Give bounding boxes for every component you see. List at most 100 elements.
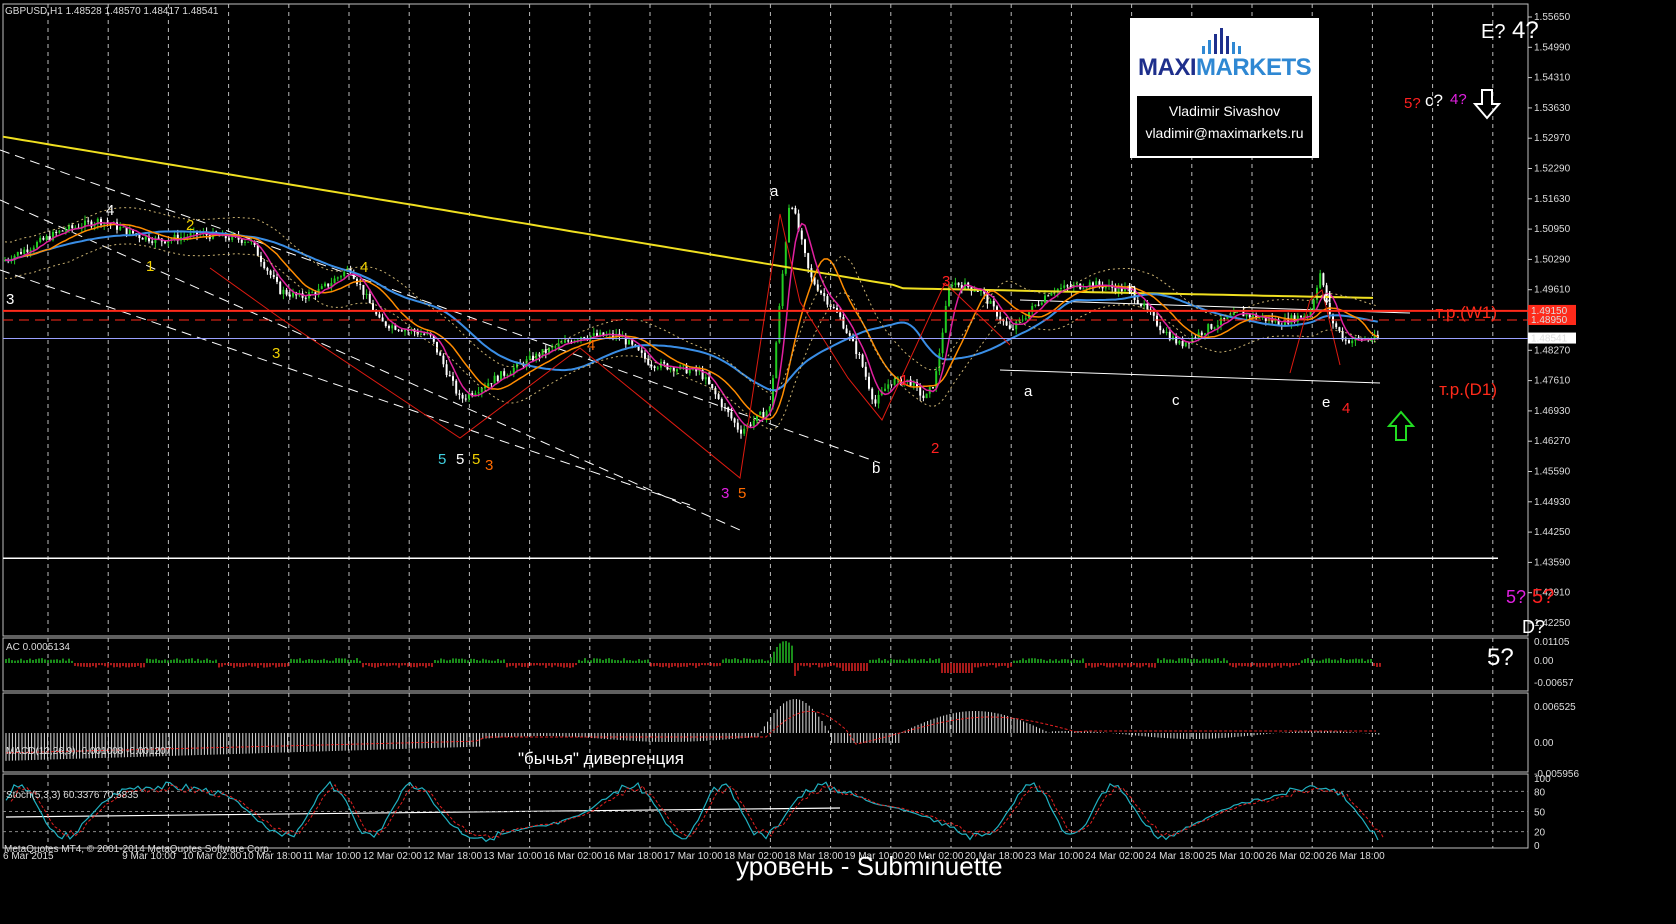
candle-body (682, 365, 685, 367)
copyright-text: MetaQuotes MT4, © 2001-2014 MetaQuotes S… (4, 844, 272, 855)
candle-body (788, 207, 790, 243)
candle-body (157, 237, 160, 239)
candle-body (285, 289, 288, 295)
candle-body (1300, 315, 1302, 318)
candle-body (1200, 332, 1203, 335)
candle-body (887, 384, 890, 389)
time-tick-label: 25 Mar 10:00 (1205, 851, 1264, 862)
candle-body (1005, 321, 1008, 326)
candle-body (455, 380, 458, 394)
candle-body (154, 237, 157, 243)
brand-name: MAXIMARKETS (1138, 54, 1312, 81)
candle-body (1063, 285, 1066, 288)
candle-body (61, 230, 64, 232)
candle-body (1024, 318, 1027, 320)
time-tick-label: 12 Mar 18:00 (423, 851, 482, 862)
stoch-level-label: 50 (1534, 808, 1546, 819)
candle-body (938, 353, 941, 372)
divergence-label: "бычья" дивергенция (518, 749, 684, 768)
ac-level-label: 0.00 (1534, 656, 1554, 667)
candle-body (487, 383, 490, 387)
price-tick-label: 1.47610 (1534, 376, 1571, 387)
candle-body (893, 379, 896, 385)
stoch-level-label: 80 (1534, 787, 1546, 798)
candle-body (1047, 295, 1050, 297)
candle-body (445, 364, 448, 375)
candle-body (359, 283, 362, 285)
candle-body (564, 340, 566, 343)
candle-body (1037, 304, 1040, 306)
candle-body (448, 374, 451, 377)
candle-body (749, 424, 752, 426)
ac-level-label: -0.00657 (1534, 678, 1574, 689)
candle-body (1008, 325, 1011, 329)
candle-body (260, 255, 262, 262)
candle-body (1136, 300, 1139, 304)
candle-body (717, 394, 720, 400)
candle-body (1066, 285, 1069, 287)
price-chart[interactable]: 1.55650 1.54990 1.54310 1.53630 1.52970 1.522… (0, 0, 1676, 924)
chart-window: 1.55650 1.54990 1.54310 1.53630 1.52970 1.522… (0, 0, 1676, 924)
candle-body (327, 283, 330, 287)
price-tick-label: 1.55650 (1534, 12, 1571, 23)
e4-label-e: E? (1481, 21, 1505, 43)
candle-body (1338, 327, 1341, 332)
d-label: D? (1522, 617, 1545, 637)
candle-body (340, 276, 342, 278)
candle-body (1184, 342, 1187, 347)
candle-body (567, 340, 570, 342)
time-tick-label: 12 Mar 02:00 (363, 851, 422, 862)
candle-body (1060, 287, 1062, 290)
candle-body (743, 428, 746, 434)
candle-body (1143, 303, 1146, 307)
candle-body (362, 284, 365, 295)
candle-body (820, 290, 822, 294)
wave-label: 5 (738, 485, 746, 502)
candle-body (861, 354, 864, 367)
candle-body (144, 236, 147, 240)
candle-body (458, 393, 461, 395)
candle-body (119, 226, 122, 230)
candle-body (807, 253, 810, 269)
candle-body (855, 341, 858, 355)
candle-body (1236, 311, 1238, 313)
candle-body (676, 369, 678, 372)
channel-line (0, 269, 691, 506)
price-tick-label: 1.54310 (1534, 73, 1571, 84)
price-tick-label: 1.53630 (1534, 103, 1571, 114)
macd-label: MACD(12,26,9) -0.001008 -0.001207 (6, 746, 172, 757)
candle-body (640, 350, 643, 353)
wave-label: b (1128, 281, 1136, 298)
macd-signal-line (5, 710, 1376, 754)
candle-body (871, 388, 874, 400)
candle-body (810, 268, 813, 278)
candle-body (1085, 287, 1088, 289)
bottom-5-label: 5? (1487, 644, 1514, 671)
candle-body (932, 387, 934, 389)
candle-body (890, 384, 893, 386)
wave-label: a (770, 183, 779, 200)
candle-body (1178, 341, 1181, 344)
author-name: Vladimir Sivashov (1168, 103, 1281, 119)
time-tick-label: 24 Mar 18:00 (1145, 851, 1204, 862)
candle-body (736, 422, 739, 430)
wave-label: 3 (272, 345, 280, 362)
candle-body (560, 342, 563, 344)
price-tick-label: 1.54990 (1534, 42, 1571, 53)
candle-body (653, 366, 656, 368)
zigzag-line-2 (1289, 289, 1341, 374)
candle-body (244, 241, 246, 243)
candle-body (256, 244, 259, 256)
wave-label: c (1172, 392, 1180, 409)
candle-body (26, 249, 29, 253)
candle-body (752, 420, 755, 426)
time-tick-label: 26 Mar 18:00 (1326, 851, 1385, 862)
price-tag-label: 1.48950 (1531, 315, 1568, 326)
zigzag-line (209, 213, 1011, 479)
stoch-level-label: 0 (1534, 841, 1540, 852)
candle-body (791, 207, 794, 209)
triangle-lower-line (999, 369, 1381, 384)
candle-body (71, 225, 74, 229)
candle-body (128, 229, 131, 235)
candle-body (423, 333, 426, 335)
